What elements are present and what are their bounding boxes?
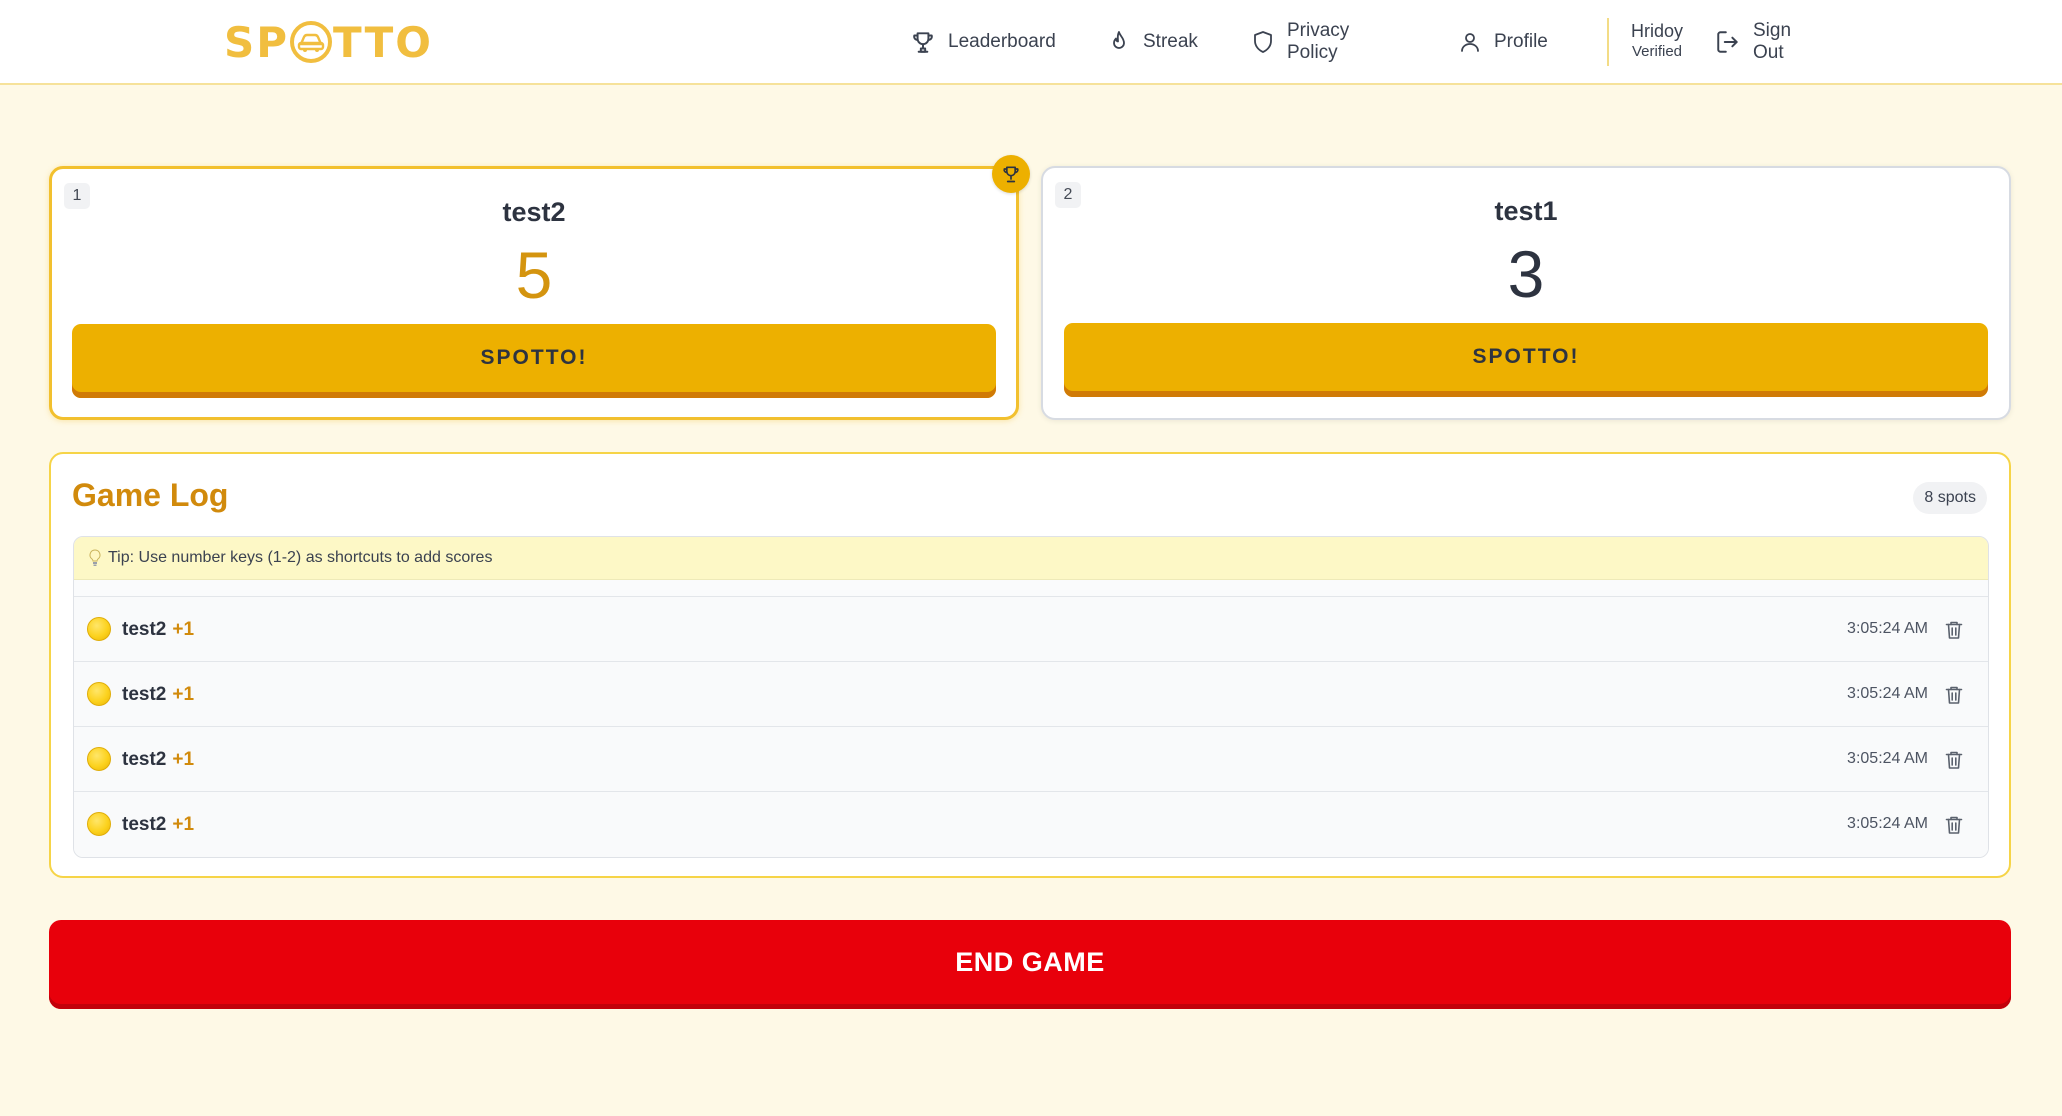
- trash-icon: [1945, 621, 1963, 639]
- log-player-name: test2: [122, 684, 167, 705]
- nav-item-privacy-policy[interactable]: Privacy Policy: [1251, 20, 1349, 63]
- coin-icon: [87, 682, 111, 706]
- log-entry: test2 +1 3:05:24 AM: [74, 662, 1988, 727]
- log-player-name: test2: [122, 814, 167, 835]
- user-icon: [1461, 33, 1479, 52]
- log-entry-player: test2 +1: [122, 749, 194, 771]
- lightbulb-icon: [89, 549, 101, 566]
- leader-trophy-badge: [992, 155, 1030, 193]
- nav-item-leaderboard[interactable]: Leaderboard: [910, 27, 1056, 57]
- spotto-button[interactable]: SPOTTO!: [1064, 323, 1988, 397]
- log-entry-points: +1: [172, 619, 195, 640]
- delete-entry-button[interactable]: [1942, 618, 1966, 642]
- spots-count-badge: 8 spots: [1913, 482, 1987, 514]
- log-entry-points: +1: [172, 749, 195, 770]
- end-game-button[interactable]: END GAME: [49, 920, 2011, 1009]
- log-entry-points: +1: [172, 684, 195, 705]
- user-status: Verified: [1631, 43, 1683, 60]
- top-navigation-bar: SP TTO Leaderboard Streak Privacy Policy…: [0, 0, 2062, 85]
- log-entry-time: 3:05:24 AM: [1847, 685, 1928, 702]
- log-player-name: test2: [122, 749, 167, 770]
- flame-icon: [1113, 31, 1125, 49]
- log-entry-player: test2 +1: [122, 814, 194, 836]
- spotto-logo[interactable]: SP TTO: [224, 17, 433, 67]
- user-name: Hridoy: [1630, 21, 1683, 41]
- spotto-button[interactable]: SPOTTO!: [72, 324, 996, 398]
- trash-icon: [1945, 686, 1963, 704]
- shortcut-tip: Tip: Use number keys (1-2) as shortcuts …: [74, 537, 1988, 580]
- log-entry-time: 3:05:24 AM: [1847, 815, 1928, 832]
- log-entry: test2 +1 3:05:24 AM: [74, 792, 1988, 857]
- trophy-icon: [1003, 166, 1019, 183]
- log-entry-points: +1: [172, 814, 195, 835]
- delete-entry-button[interactable]: [1942, 683, 1966, 707]
- logo-text-right: TTO: [333, 17, 433, 67]
- game-log-panel: Game Log 8 spots Tip: Use number keys (1…: [49, 452, 2011, 878]
- log-entry-time: 3:05:24 AM: [1847, 620, 1928, 637]
- delete-entry-button[interactable]: [1942, 748, 1966, 772]
- coin-icon: [87, 812, 111, 836]
- sign-out-icon: [1717, 31, 1738, 53]
- trash-icon: [1945, 751, 1963, 769]
- log-entry: test2 +1 3:05:24 AM: [74, 597, 1988, 662]
- player-name: test2: [502, 197, 566, 227]
- car-icon: [290, 21, 333, 63]
- sign-out-button[interactable]: Sign Out: [1715, 20, 1791, 63]
- nav-label-leaderboard: Leaderboard: [948, 31, 1056, 52]
- log-spacer: [74, 580, 1988, 597]
- coin-icon: [87, 747, 111, 771]
- nav-item-profile[interactable]: Profile: [1458, 27, 1548, 57]
- nav-item-streak[interactable]: Streak: [1107, 27, 1198, 57]
- player-card-1: 1 test2 5 SPOTTO!: [49, 166, 1019, 420]
- trophy-icon: [913, 32, 933, 53]
- player-card-2: 2 test1 3 SPOTTO!: [1041, 166, 2011, 420]
- nav-label-privacy-policy: Privacy Policy: [1287, 20, 1350, 63]
- player-score: 3: [1507, 237, 1545, 311]
- nav-divider: [1607, 18, 1609, 66]
- log-entry-time: 3:05:24 AM: [1847, 750, 1928, 767]
- log-entry-player: test2 +1: [122, 684, 194, 706]
- shield-icon: [1254, 31, 1272, 53]
- player-score: 5: [515, 238, 553, 312]
- sign-out-label: Sign Out: [1753, 20, 1792, 63]
- game-log-list[interactable]: Tip: Use number keys (1-2) as shortcuts …: [73, 536, 1989, 858]
- user-info: Hridoy Verified: [1629, 20, 1685, 62]
- nav-label-profile: Profile: [1494, 31, 1548, 52]
- player-name: test1: [1494, 196, 1558, 226]
- nav-label-streak: Streak: [1143, 31, 1198, 52]
- log-entry: test2 +1 3:05:24 AM: [74, 727, 1988, 792]
- game-log-title: Game Log: [72, 477, 229, 513]
- logo-text-left: SP: [224, 17, 290, 67]
- trash-icon: [1945, 816, 1963, 834]
- tip-text: Tip: Use number keys (1-2) as shortcuts …: [108, 549, 493, 566]
- log-entry-player: test2 +1: [122, 619, 194, 641]
- coin-icon: [87, 617, 111, 641]
- delete-entry-button[interactable]: [1942, 813, 1966, 837]
- log-player-name: test2: [122, 619, 167, 640]
